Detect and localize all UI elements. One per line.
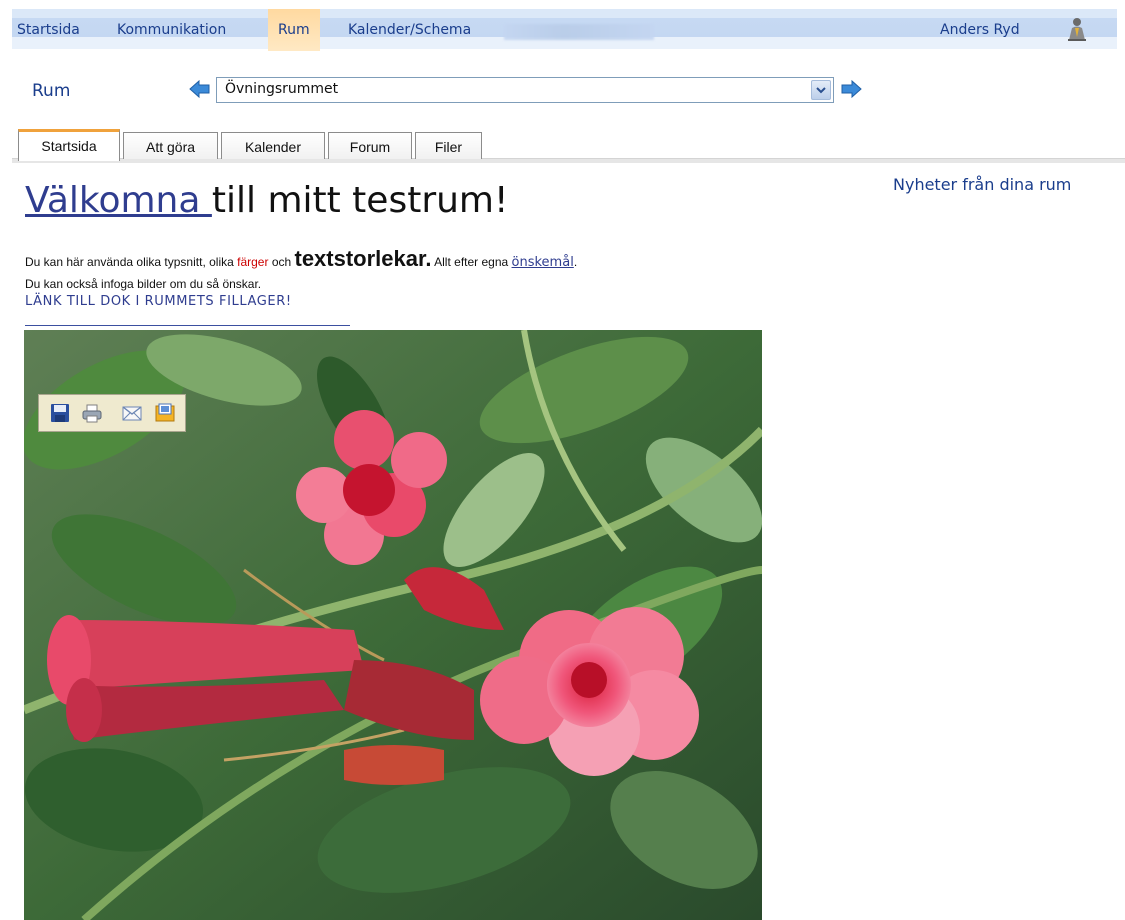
tab-filer[interactable]: Filer xyxy=(415,132,482,159)
image-toolbar xyxy=(38,394,186,432)
top-navigation: Startsida Kommunikation Rum Kalender/Sch… xyxy=(12,9,1117,51)
intro-line: Du kan här använda olika typsnitt, olika… xyxy=(25,246,577,272)
intro-red-text: färger xyxy=(237,255,269,269)
tab-att-gora[interactable]: Att göra xyxy=(123,132,218,159)
save-icon[interactable] xyxy=(50,403,70,423)
nav-item-rum[interactable]: Rum xyxy=(268,9,320,51)
chevron-down-icon[interactable] xyxy=(811,80,831,100)
wishes-link[interactable]: önskemål xyxy=(512,255,574,270)
room-label: Rum xyxy=(32,81,71,101)
intro-text-3: Allt efter egna xyxy=(431,255,512,269)
file-storage-link[interactable]: LÄNK TILL DOK I RUMMETS FILLAGER! xyxy=(25,294,292,309)
user-icon[interactable] xyxy=(1066,17,1088,41)
intro-text-4: . xyxy=(573,255,578,269)
print-icon[interactable] xyxy=(82,403,102,423)
nav-blurred-area xyxy=(504,24,654,40)
nav-item-kalender-schema[interactable]: Kalender/Schema xyxy=(348,22,471,38)
welcome-link[interactable]: Välkomna xyxy=(25,180,212,221)
tab-kalender[interactable]: Kalender xyxy=(221,132,325,159)
room-select[interactable]: Övningsrummet xyxy=(216,77,834,103)
divider xyxy=(25,325,350,326)
intro-text-1: Du kan här använda olika typsnitt, olika xyxy=(25,255,238,269)
nav-item-kommunikation[interactable]: Kommunikation xyxy=(117,22,226,38)
email-icon[interactable] xyxy=(122,403,142,423)
my-pictures-icon[interactable] xyxy=(155,403,175,423)
arrow-right-icon[interactable] xyxy=(840,79,862,99)
news-link[interactable]: Nyheter från dina rum xyxy=(893,175,1071,194)
images-text: Du kan också infoga bilder om du så önsk… xyxy=(25,277,262,291)
intro-text-2: och xyxy=(268,255,295,269)
user-name[interactable]: Anders Ryd xyxy=(940,22,1020,38)
page-title: Välkomna till mitt testrum! xyxy=(25,180,508,221)
welcome-text: till mitt testrum! xyxy=(211,180,509,221)
tab-startsida[interactable]: Startsida xyxy=(18,129,120,161)
tab-forum[interactable]: Forum xyxy=(328,132,412,159)
intro-big-text: textstorlekar. xyxy=(294,246,432,271)
nav-item-startsida[interactable]: Startsida xyxy=(17,22,80,38)
arrow-left-icon[interactable] xyxy=(189,79,211,99)
room-select-value: Övningsrummet xyxy=(225,81,339,97)
